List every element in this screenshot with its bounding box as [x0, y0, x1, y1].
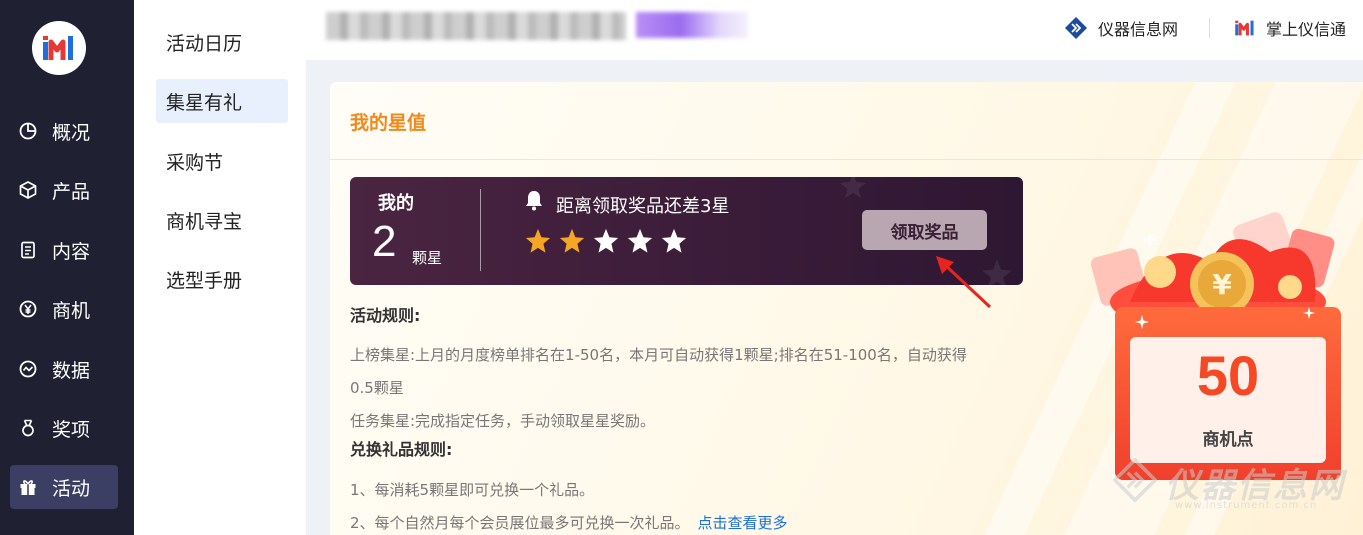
sidebar-item-overview[interactable]: 概况: [10, 109, 118, 153]
star-unit: 颗星: [412, 249, 443, 267]
page-title: 我的星值: [350, 112, 427, 134]
claim-prize-button[interactable]: 领取奖品: [862, 210, 987, 250]
star-value-card: 我的星值 我的 2 颗星 距离领取奖品还差3星 领取奖品 活动规则: 上榜集星:…: [330, 82, 1363, 535]
watermark-url: www.instrument.com.cn: [1175, 500, 1318, 511]
top-bar: 仪器信息网 掌上仪信通: [306, 0, 1363, 60]
blurred-company-name: [326, 12, 626, 40]
view-more-link[interactable]: 点击查看更多: [698, 514, 788, 532]
rule-ranking-line1: 上榜集星:上月的月度榜单排名在1-50名，本月可自动获得1颗星;排名在51-10…: [350, 346, 967, 364]
instrument-network-label: 仪器信息网: [1098, 20, 1179, 39]
gift-icon: [18, 477, 38, 497]
sidebar-item-awards[interactable]: 奖项: [10, 406, 118, 450]
sparkle-icon: [1135, 315, 1149, 329]
mobile-app-logo-icon: [1235, 20, 1254, 36]
submenu-item-selection-manual[interactable]: 选型手册: [156, 257, 288, 301]
star-empty-icon: [593, 228, 619, 253]
topbar-divider: [1209, 18, 1210, 38]
decorative-star-icon: [840, 177, 866, 198]
mobile-app-link[interactable]: 掌上仪信通: [1234, 14, 1346, 42]
sparkle-icon: [1303, 307, 1315, 319]
star-count: 2: [372, 217, 397, 266]
instrument-network-logo-icon: [1065, 17, 1087, 39]
sidebar-item-data[interactable]: 数据: [10, 347, 118, 391]
rule-task: 任务集星:完成指定任务，手动领取星星奖励。: [350, 412, 656, 430]
exchange-rule-1: 1、每消耗5颗星即可兑换一个礼品。: [350, 481, 595, 499]
sidebar-item-products[interactable]: 产品: [10, 168, 118, 212]
sidebar-item-activities[interactable]: 活动: [10, 465, 118, 509]
sidebar-item-label: 奖项: [52, 418, 91, 441]
coupon-value: 50: [1196, 344, 1260, 407]
activity-submenu: 活动日历 集星有礼 采购节 商机寻宝 选型手册: [134, 0, 306, 535]
pie-chart-icon: [18, 121, 38, 141]
star-status-panel: 我的 2 颗星 距离领取奖品还差3星 领取奖品: [350, 177, 1023, 285]
submenu-item-collect-stars[interactable]: 集星有礼: [156, 79, 288, 123]
activity-rules-title: 活动规则:: [350, 306, 421, 325]
title-divider: [330, 159, 1363, 160]
exchange-rule-2-text: 2、每个自然月每个会员展位最多可兑换一次礼品。: [350, 514, 690, 532]
watermark-logo-icon: [1113, 458, 1157, 502]
rule-ranking-line2: 0.5颗星: [350, 379, 404, 397]
submenu-item-purchase-festival[interactable]: 采购节: [156, 139, 288, 183]
my-label: 我的: [378, 193, 414, 214]
trend-icon: [18, 359, 38, 379]
stars-needed-message: 距离领取奖品还差3星: [556, 196, 730, 217]
star-empty-icon: [661, 228, 687, 253]
main-sidebar: 概况 产品 内容 商机 数据 奖项 活动: [0, 0, 134, 535]
instrument-network-link[interactable]: 仪器信息网: [1064, 14, 1178, 42]
star-filled-icon: [525, 228, 551, 253]
sidebar-item-label: 活动: [52, 477, 91, 500]
medal-icon: [18, 418, 38, 438]
star-filled-icon: [559, 228, 585, 253]
sidebar-item-label: 商机: [52, 299, 91, 322]
exchange-rule-2: 2、每个自然月每个会员展位最多可兑换一次礼品。 点击查看更多: [350, 512, 788, 533]
document-icon: [18, 240, 38, 260]
mobile-app-label: 掌上仪信通: [1266, 20, 1347, 39]
sidebar-item-business[interactable]: 商机: [10, 287, 118, 331]
exchange-rules-title: 兑换礼品规则:: [350, 440, 453, 459]
star-empty-icon: [627, 228, 653, 253]
yuan-icon: [18, 299, 38, 319]
sidebar-item-label: 概况: [52, 121, 91, 144]
app-logo[interactable]: [32, 21, 86, 75]
submenu-item-calendar[interactable]: 活动日历: [156, 20, 288, 64]
sidebar-item-content[interactable]: 内容: [10, 228, 118, 272]
pointer-arrow-icon: [936, 256, 992, 309]
blurred-member-badge: [636, 12, 748, 38]
sidebar-item-label: 内容: [52, 240, 91, 263]
svg-text:¥: ¥: [1212, 268, 1232, 301]
submenu-item-treasure-hunt[interactable]: 商机寻宝: [156, 198, 288, 242]
coupon-label: 商机点: [1202, 430, 1254, 450]
sidebar-item-label: 数据: [52, 359, 91, 382]
bell-icon: [526, 191, 542, 211]
box-icon: [18, 180, 38, 200]
site-watermark: 仪器信息网 www.instrument.com.cn: [1105, 452, 1363, 522]
sidebar-item-label: 产品: [52, 180, 91, 203]
panel-separator: [480, 189, 481, 271]
star-rating: [524, 227, 688, 255]
coupon-ticket: 50 商机点: [1130, 337, 1326, 463]
